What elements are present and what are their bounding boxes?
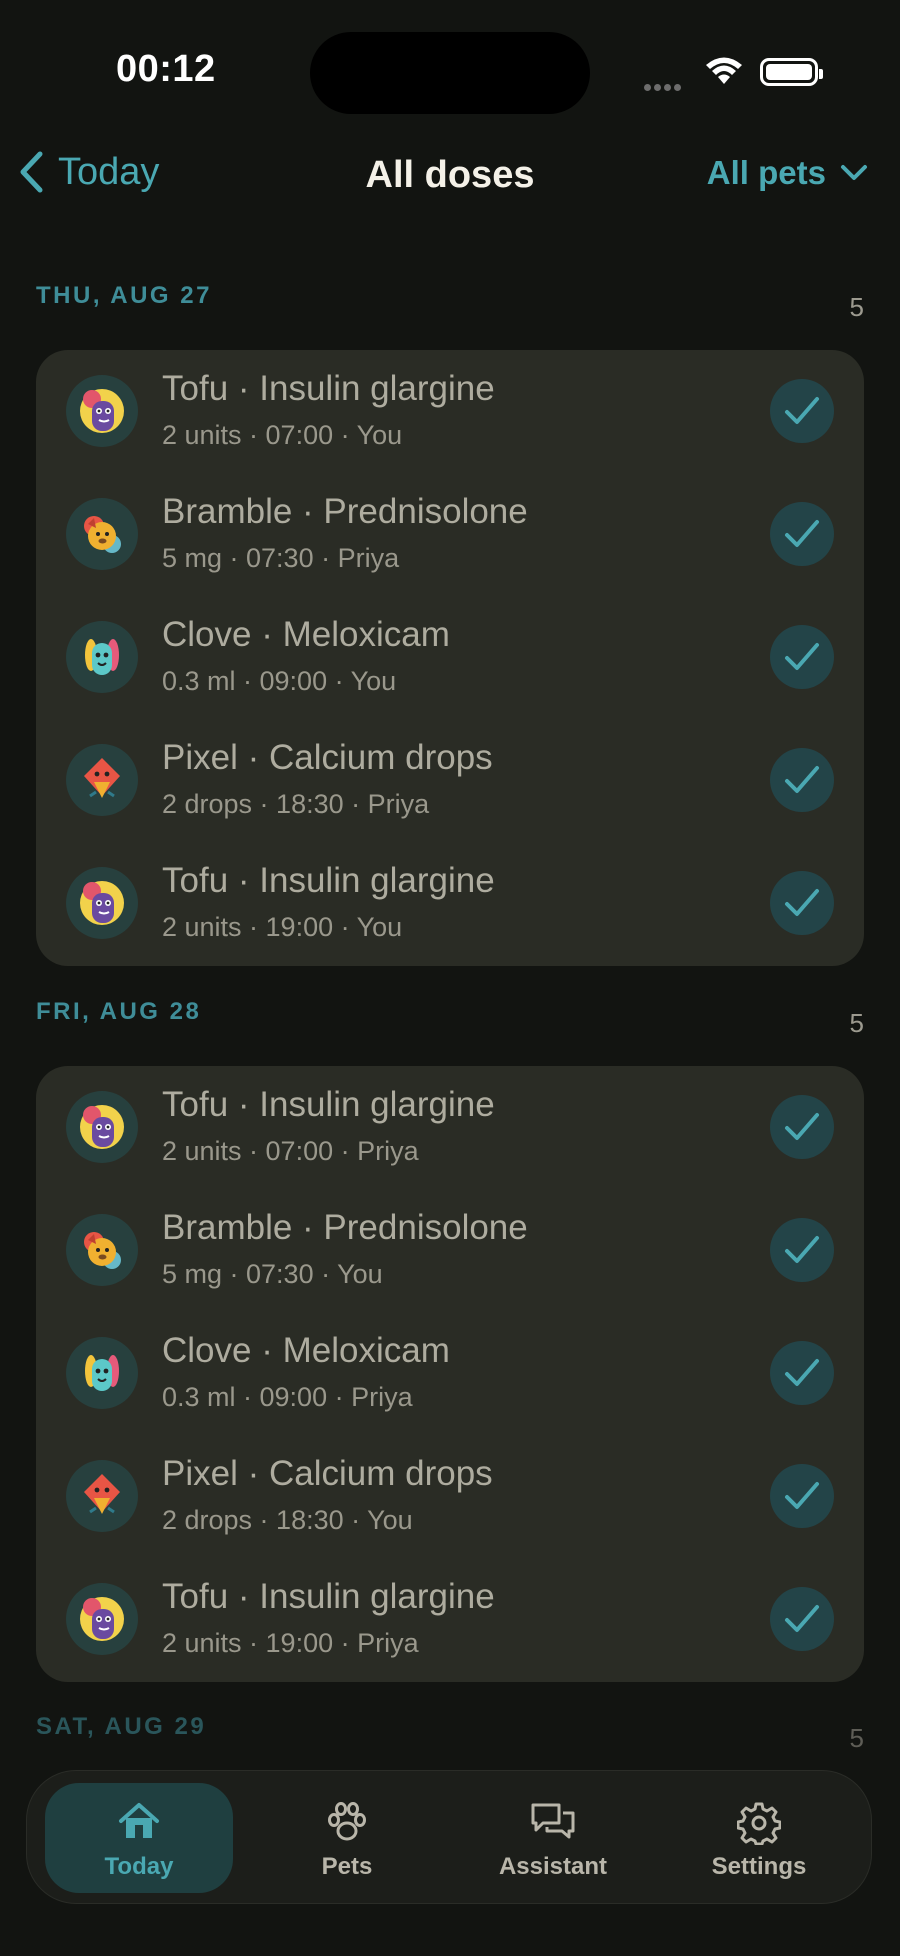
dose-details: 5 mg · 07:30 · Priya <box>162 543 400 573</box>
dose-title: Bramble · Prednisolone <box>162 1208 528 1247</box>
dose-title: Pixel · Calcium drops <box>162 1454 493 1493</box>
tab-pets[interactable]: Pets <box>253 1783 441 1893</box>
section-date: SAT, AUG 29 <box>36 1713 207 1740</box>
dose-details: 2 units · 19:00 · You <box>162 912 403 942</box>
tab-assistant[interactable]: Assistant <box>459 1783 647 1893</box>
paw-icon <box>253 1801 441 1843</box>
pet-avatar-clove <box>66 621 138 693</box>
dose-title: Pixel · Calcium drops <box>162 738 493 777</box>
dose-done-toggle[interactable] <box>770 871 834 935</box>
dose-row[interactable]: Pixel · Calcium drops 2 drops · 18:30 · … <box>36 1435 864 1558</box>
checkmark-icon <box>785 1236 819 1263</box>
checkmark-icon <box>785 889 819 916</box>
section-header-sat: SAT, AUG 29 5 <box>36 1713 864 1753</box>
chat-icon <box>459 1801 647 1841</box>
dose-details: 5 mg · 07:30 · You <box>162 1259 383 1289</box>
dose-details: 2 units · 07:00 · You <box>162 420 403 450</box>
checkmark-icon <box>785 397 819 424</box>
pet-avatar-tofu <box>66 375 138 447</box>
section-date: FRI, AUG 28 <box>36 998 202 1025</box>
back-button-label: Today <box>58 150 160 193</box>
cellular-signal-icon <box>644 78 684 96</box>
dose-title: Tofu · Insulin glargine <box>162 369 495 408</box>
tab-label: Today <box>104 1853 174 1880</box>
checkmark-icon <box>785 766 819 793</box>
tab-settings[interactable]: Settings <box>665 1783 853 1893</box>
pet-avatar-pixel <box>66 1460 138 1532</box>
section-count: 5 <box>849 1008 864 1038</box>
dose-done-toggle[interactable] <box>770 1341 834 1405</box>
dose-list-card: Tofu · Insulin glargine 2 units · 07:00 … <box>36 1066 864 1682</box>
chevron-left-icon <box>20 151 43 193</box>
pet-avatar-bramble <box>66 1214 138 1286</box>
pet-filter-label: All pets <box>706 154 826 191</box>
dose-done-toggle[interactable] <box>770 379 834 443</box>
dose-row[interactable]: Tofu · Insulin glargine 2 units · 07:00 … <box>36 1066 864 1189</box>
pet-avatar-tofu <box>66 867 138 939</box>
dose-row[interactable]: Bramble · Prednisolone 5 mg · 07:30 · Yo… <box>36 1189 864 1312</box>
status-time: 00:12 <box>116 48 216 90</box>
checkmark-icon <box>785 1482 819 1509</box>
dose-row[interactable]: Clove · Meloxicam 0.3 ml · 09:00 · Priya <box>36 1312 864 1435</box>
dose-list-card: Tofu · Insulin glargine 2 units · 07:00 … <box>36 350 864 966</box>
checkmark-icon <box>785 643 819 670</box>
dose-details: 0.3 ml · 09:00 · You <box>162 666 397 696</box>
pet-avatar-clove <box>66 1337 138 1409</box>
dose-done-toggle[interactable] <box>770 1464 834 1528</box>
dose-row[interactable]: Bramble · Prednisolone 5 mg · 07:30 · Pr… <box>36 473 864 596</box>
checkmark-icon <box>785 1605 819 1632</box>
dose-done-toggle[interactable] <box>770 1095 834 1159</box>
checkmark-icon <box>785 520 819 547</box>
section-header-thu: THU, AUG 27 5 <box>36 282 864 322</box>
pet-avatar-bramble <box>66 498 138 570</box>
dose-done-toggle[interactable] <box>770 502 834 566</box>
navigation-bar: Today All doses All pets <box>0 140 900 212</box>
dose-done-toggle[interactable] <box>770 1218 834 1282</box>
pet-avatar-tofu <box>66 1583 138 1655</box>
section-count: 5 <box>849 292 864 322</box>
dose-row[interactable]: Tofu · Insulin glargine 2 units · 19:00 … <box>36 842 864 965</box>
dose-title: Tofu · Insulin glargine <box>162 1577 495 1616</box>
gear-icon <box>665 1801 853 1845</box>
dynamic-island <box>310 32 590 114</box>
section-date: THU, AUG 27 <box>36 282 212 309</box>
pet-avatar-tofu <box>66 1091 138 1163</box>
checkmark-icon <box>785 1359 819 1386</box>
dose-done-toggle[interactable] <box>770 1587 834 1651</box>
dose-title: Bramble · Prednisolone <box>162 492 528 531</box>
dose-done-toggle[interactable] <box>770 625 834 689</box>
dose-details: 2 drops · 18:30 · You <box>162 1505 413 1535</box>
dose-row[interactable]: Tofu · Insulin glargine 2 units · 07:00 … <box>36 350 864 473</box>
dose-details: 2 drops · 18:30 · Priya <box>162 789 430 819</box>
back-button[interactable]: Today <box>18 150 159 194</box>
tab-label: Pets <box>321 1853 373 1880</box>
status-bar: 00:12 <box>0 0 900 140</box>
dose-row[interactable]: Clove · Meloxicam 0.3 ml · 09:00 · You <box>36 596 864 719</box>
wifi-icon <box>704 56 744 91</box>
section-header-fri: FRI, AUG 28 5 <box>36 998 864 1038</box>
battery-icon <box>760 58 823 86</box>
checkmark-icon <box>785 1113 819 1140</box>
dose-title: Clove · Meloxicam <box>162 1331 450 1370</box>
chevron-down-icon <box>841 165 867 180</box>
dose-title: Clove · Meloxicam <box>162 615 450 654</box>
pet-avatar-pixel <box>66 744 138 816</box>
dose-details: 2 units · 07:00 · Priya <box>162 1136 419 1166</box>
dose-details: 0.3 ml · 09:00 · Priya <box>162 1382 413 1412</box>
tab-today[interactable]: Today <box>45 1783 233 1893</box>
tab-bar: Today Pets Assistant Settings <box>26 1770 872 1904</box>
dose-title: Tofu · Insulin glargine <box>162 1085 495 1124</box>
dose-details: 2 units · 19:00 · Priya <box>162 1628 419 1658</box>
dose-row[interactable]: Pixel · Calcium drops 2 drops · 18:30 · … <box>36 719 864 842</box>
pet-filter-dropdown[interactable]: All pets <box>707 154 868 192</box>
home-icon <box>45 1801 233 1841</box>
dose-row[interactable]: Tofu · Insulin glargine 2 units · 19:00 … <box>36 1558 864 1681</box>
tab-label: Assistant <box>498 1853 608 1880</box>
dose-title: Tofu · Insulin glargine <box>162 861 495 900</box>
dose-done-toggle[interactable] <box>770 748 834 812</box>
tab-label: Settings <box>711 1853 807 1880</box>
section-count: 5 <box>849 1723 864 1753</box>
